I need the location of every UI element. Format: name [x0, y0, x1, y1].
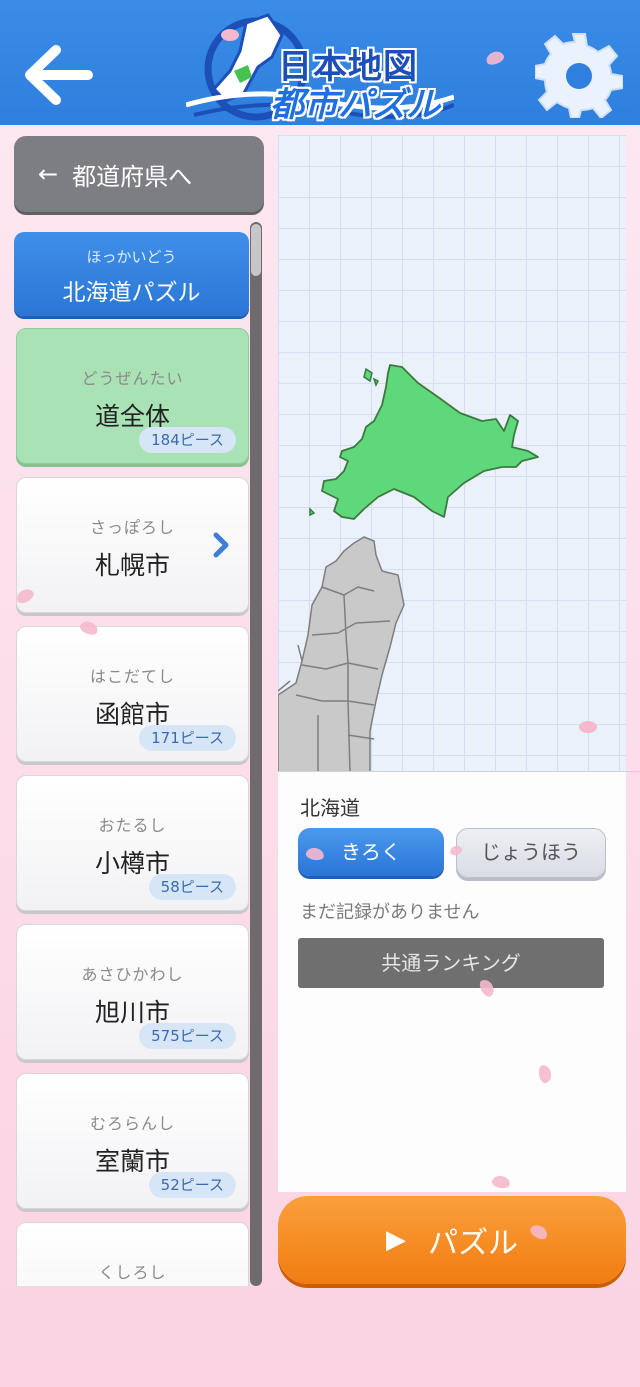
list-item[interactable]: はこだてし 函館市 171ピース [16, 626, 249, 762]
start-puzzle-label: パズル [428, 1226, 518, 1261]
item-ruby: むろらんし [89, 1114, 175, 1133]
list-item[interactable]: おたるし 小樽市 58ピース [16, 775, 249, 911]
tab-information[interactable]: じょうほう [456, 828, 606, 878]
play-icon: ▶ [386, 1225, 406, 1255]
start-puzzle-button[interactable]: ▶ パズル [278, 1196, 626, 1284]
list-item[interactable]: どうぜんたい 道全体 184ピース [16, 328, 249, 464]
piece-count-badge: 575ピース [139, 1023, 236, 1049]
item-ruby: あさひかわし [81, 965, 184, 984]
logo-title-line2: 都市パズル [270, 85, 440, 125]
settings-gear-icon[interactable] [534, 30, 624, 120]
shared-ranking-button[interactable]: 共通ランキング [298, 938, 604, 988]
list-item[interactable]: さっぽろし 札幌市 [16, 477, 249, 613]
item-ruby: くしろし [98, 1263, 167, 1282]
map-view[interactable] [278, 135, 626, 772]
back-to-prefectures-label: 都道府県へ [72, 162, 193, 191]
info-panel: 北海道 きろく じょうほう まだ記録がありません 共通ランキング [278, 772, 626, 1192]
list-item[interactable]: くしろし [16, 1222, 249, 1286]
city-list[interactable]: ほっかいどう 北海道パズル どうぜんたい 道全体 184ピース さっぽろし 札幌… [14, 222, 264, 1286]
item-ruby: はこだてし [89, 667, 175, 686]
list-header-ruby: ほっかいどう [86, 248, 177, 266]
back-arrow-icon[interactable] [22, 42, 96, 108]
back-to-prefectures-button[interactable]: ← 都道府県へ [14, 136, 264, 212]
piece-count-badge: 52ピース [148, 1172, 236, 1198]
piece-count-badge: 171ピース [139, 725, 236, 751]
no-record-message: まだ記録がありません [300, 902, 480, 923]
item-ruby: どうぜんたい [81, 369, 184, 388]
list-item[interactable]: むろらんし 室蘭市 52ピース [16, 1073, 249, 1209]
list-header-title: 北海道パズル [62, 280, 201, 306]
list-header: ほっかいどう 北海道パズル [14, 232, 249, 316]
list-scrollbar[interactable] [250, 222, 262, 1286]
scrollbar-thumb[interactable] [251, 224, 261, 276]
piece-count-badge: 58ピース [148, 874, 236, 900]
region-title: 北海道 [300, 796, 360, 820]
app-logo: 日本地図 都市パズル [186, 5, 454, 125]
top-bar: 日本地図 都市パズル [0, 0, 640, 125]
left-arrow-icon: ← [38, 160, 59, 188]
item-ruby: おたるし [98, 816, 167, 835]
chevron-right-icon [213, 532, 229, 558]
list-item[interactable]: あさひかわし 旭川市 575ピース [16, 924, 249, 1060]
piece-count-badge: 184ピース [139, 427, 236, 453]
